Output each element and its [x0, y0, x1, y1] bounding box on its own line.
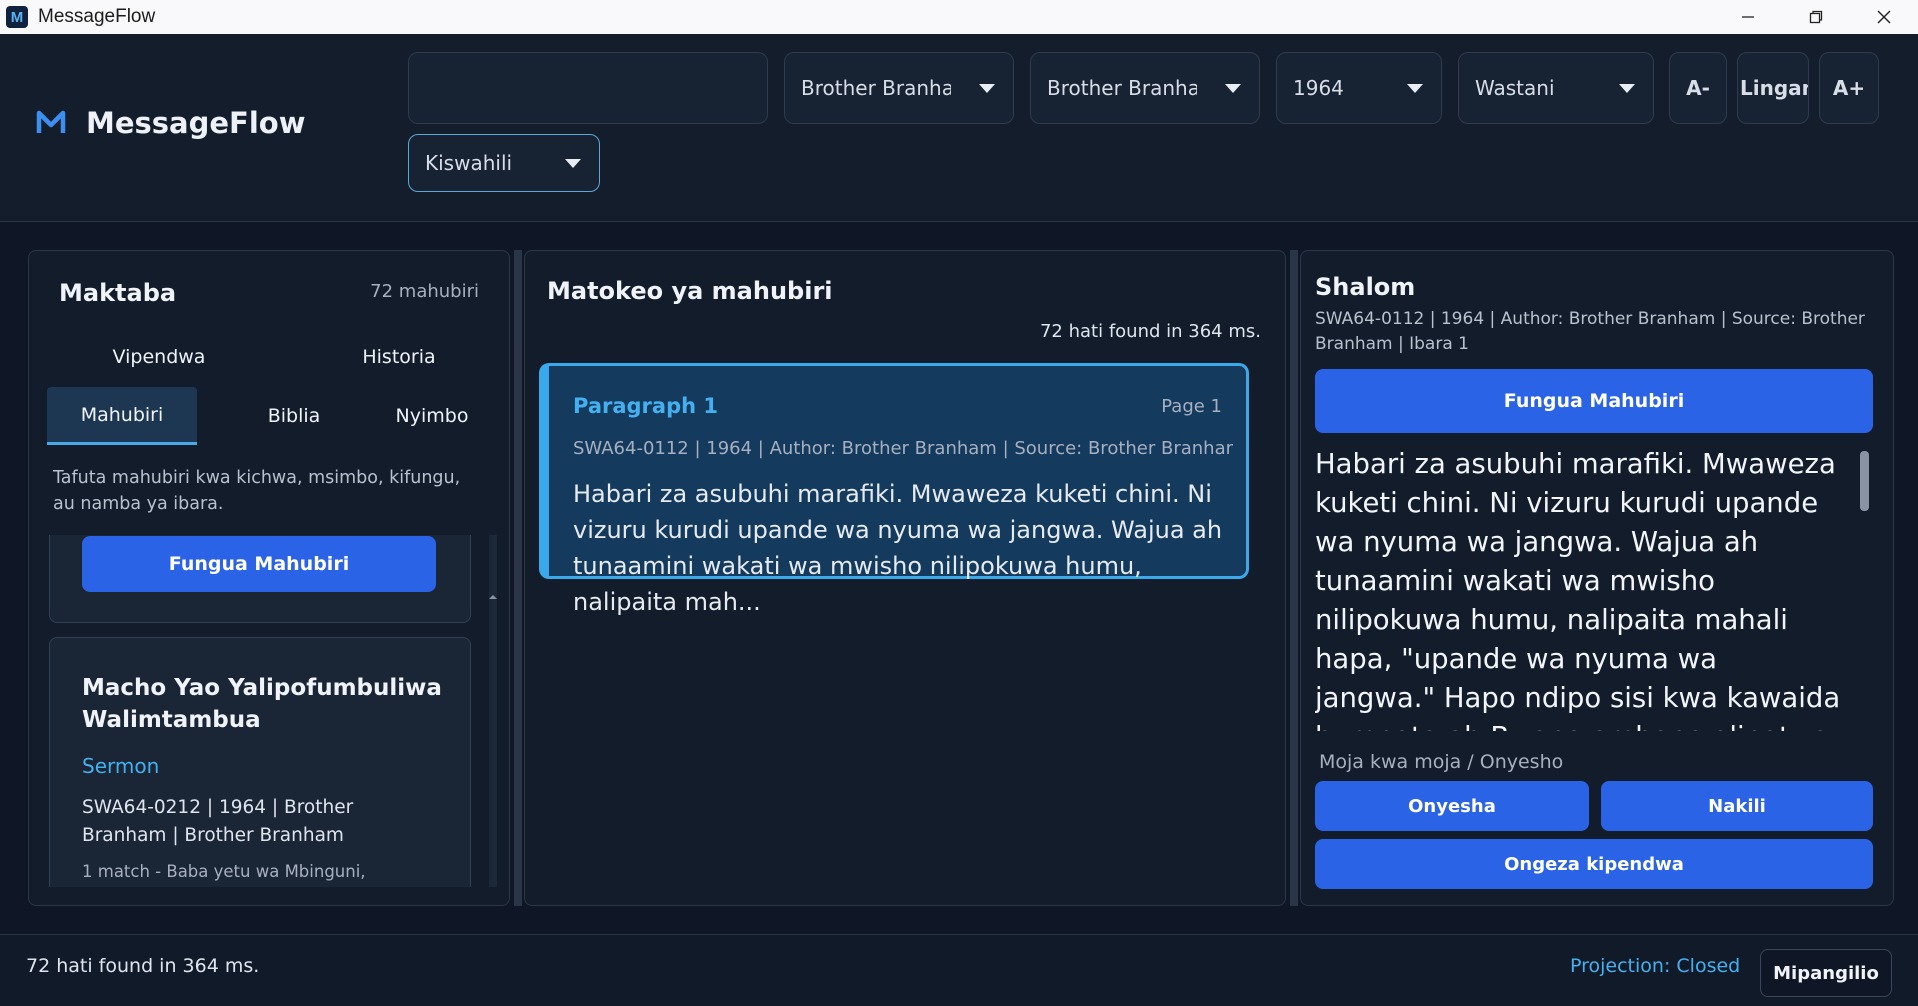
sermon-list[interactable]: Fungua Mahubiri Macho Yao Yalipofumbuliw…	[49, 535, 497, 887]
app-icon: M	[6, 6, 28, 28]
brand-logo-icon	[36, 110, 66, 133]
settings-button[interactable]: Mipangilio	[1760, 949, 1892, 997]
source-select[interactable]: Brother Branham	[1030, 52, 1260, 124]
chevron-down-icon	[1619, 84, 1635, 93]
results-summary: 72 hati found in 364 ms.	[1039, 321, 1261, 342]
restore-icon	[1809, 10, 1823, 24]
size-select-value: Wastani	[1475, 76, 1555, 100]
window-title: MessageFlow	[38, 6, 156, 27]
author-select[interactable]: Brother Branham	[784, 52, 1014, 124]
panel-splitter[interactable]	[514, 250, 522, 906]
tab-sermons[interactable]: Mahubiri	[47, 387, 197, 445]
tab-history[interactable]: Historia	[329, 335, 469, 379]
library-panel: Maktaba 72 mahubiri Vipendwa Historia Ma…	[28, 250, 510, 906]
font-decrease-button[interactable]: A-	[1669, 52, 1727, 124]
sermon-match: 1 match - Baba yetu wa Mbinguni,	[82, 862, 366, 881]
library-count: 72 mahubiri	[370, 281, 479, 302]
reader-text-area[interactable]: Habari za asubuhi marafiki. Mwaweza kuke…	[1315, 445, 1845, 731]
compare-button[interactable]: Linganisha	[1737, 52, 1809, 124]
minimize-icon	[1742, 16, 1754, 18]
font-increase-button[interactable]: A+	[1819, 52, 1879, 124]
result-meta: SWA64-0112 | 1964 | Author: Brother Bran…	[573, 438, 1233, 459]
mode-label: Moja kwa moja / Onyesho	[1319, 751, 1564, 773]
search-input[interactable]	[408, 52, 768, 124]
close-button[interactable]	[1850, 0, 1918, 34]
reader-meta: SWA64-0112 | 1964 | Author: Brother Bran…	[1315, 309, 1865, 354]
result-snippet: Habari za asubuhi marafiki. Mwaweza kuke…	[573, 480, 1223, 616]
sermon-type: Sermon	[82, 754, 160, 778]
app-header: MessageFlow Brother Branham Brother Bran…	[0, 34, 1918, 222]
open-sermon-button[interactable]: Fungua Mahubiri	[82, 536, 436, 592]
reader-scrollbar[interactable]	[1857, 451, 1871, 731]
library-scrollbar[interactable]	[489, 535, 497, 887]
scroll-up-icon[interactable]	[489, 593, 497, 601]
reader-panel: Shalom SWA64-0112 | 1964 | Author: Broth…	[1300, 250, 1894, 906]
show-button[interactable]: Onyesha	[1315, 781, 1589, 831]
size-select[interactable]: Wastani	[1458, 52, 1654, 124]
sermon-meta: SWA64-0212 | 1964 | Brother Branham | Br…	[82, 797, 354, 846]
list-item[interactable]: Fungua Mahubiri	[49, 535, 471, 623]
reader-text: Habari za asubuhi marafiki. Mwaweza kuke…	[1315, 448, 1841, 731]
tab-favorites[interactable]: Vipendwa	[89, 335, 229, 379]
results-panel: Matokeo ya mahubiri 72 hati found in 364…	[524, 250, 1286, 906]
window-controls	[1714, 0, 1918, 34]
brand-name: MessageFlow	[86, 106, 306, 140]
restore-button[interactable]	[1782, 0, 1850, 34]
library-hint: Tafuta mahubiri kwa kichwa, msimbo, kifu…	[53, 468, 461, 514]
language-select-value: Kiswahili	[425, 151, 513, 175]
chevron-down-icon	[1407, 84, 1423, 93]
result-page: Page 1	[1161, 396, 1222, 417]
results-title: Matokeo ya mahubiri	[547, 277, 833, 305]
add-favorite-button[interactable]: Ongeza kipendwa	[1315, 839, 1873, 889]
tab-songs[interactable]: Nyimbo	[367, 391, 497, 441]
result-title: Paragraph 1	[573, 394, 718, 418]
chevron-down-icon	[1225, 84, 1241, 93]
chevron-down-icon	[565, 159, 581, 168]
chevron-down-icon	[979, 84, 995, 93]
library-title: Maktaba	[59, 279, 177, 307]
window-titlebar: M MessageFlow	[0, 0, 1918, 34]
language-select[interactable]: Kiswahili	[408, 134, 600, 192]
year-select-value: 1964	[1293, 76, 1344, 100]
list-item[interactable]: Macho Yao Yalipofumbuliwa Walimtambua Se…	[49, 637, 471, 887]
reader-scroll-thumb[interactable]	[1860, 451, 1869, 511]
status-bar: 72 hati found in 364 ms. Projection: Clo…	[0, 934, 1918, 1006]
panel-splitter[interactable]	[1290, 250, 1298, 906]
status-text: 72 hati found in 364 ms.	[26, 955, 260, 977]
close-icon	[1877, 10, 1891, 24]
source-select-value: Brother Branham	[1047, 76, 1197, 100]
sermon-title: Macho Yao Yalipofumbuliwa Walimtambua	[82, 675, 442, 733]
result-card[interactable]: Paragraph 1 Page 1 SWA64-0112 | 1964 | A…	[539, 363, 1249, 616]
year-select[interactable]: 1964	[1276, 52, 1442, 124]
tab-bible[interactable]: Biblia	[229, 391, 359, 441]
projection-status: Projection: Closed	[1570, 955, 1741, 977]
copy-button[interactable]: Nakili	[1601, 781, 1873, 831]
open-sermon-button[interactable]: Fungua Mahubiri	[1315, 369, 1873, 433]
brand: MessageFlow	[36, 106, 306, 140]
minimize-button[interactable]	[1714, 0, 1782, 34]
author-select-value: Brother Branham	[801, 76, 951, 100]
reader-title: Shalom	[1315, 273, 1416, 301]
